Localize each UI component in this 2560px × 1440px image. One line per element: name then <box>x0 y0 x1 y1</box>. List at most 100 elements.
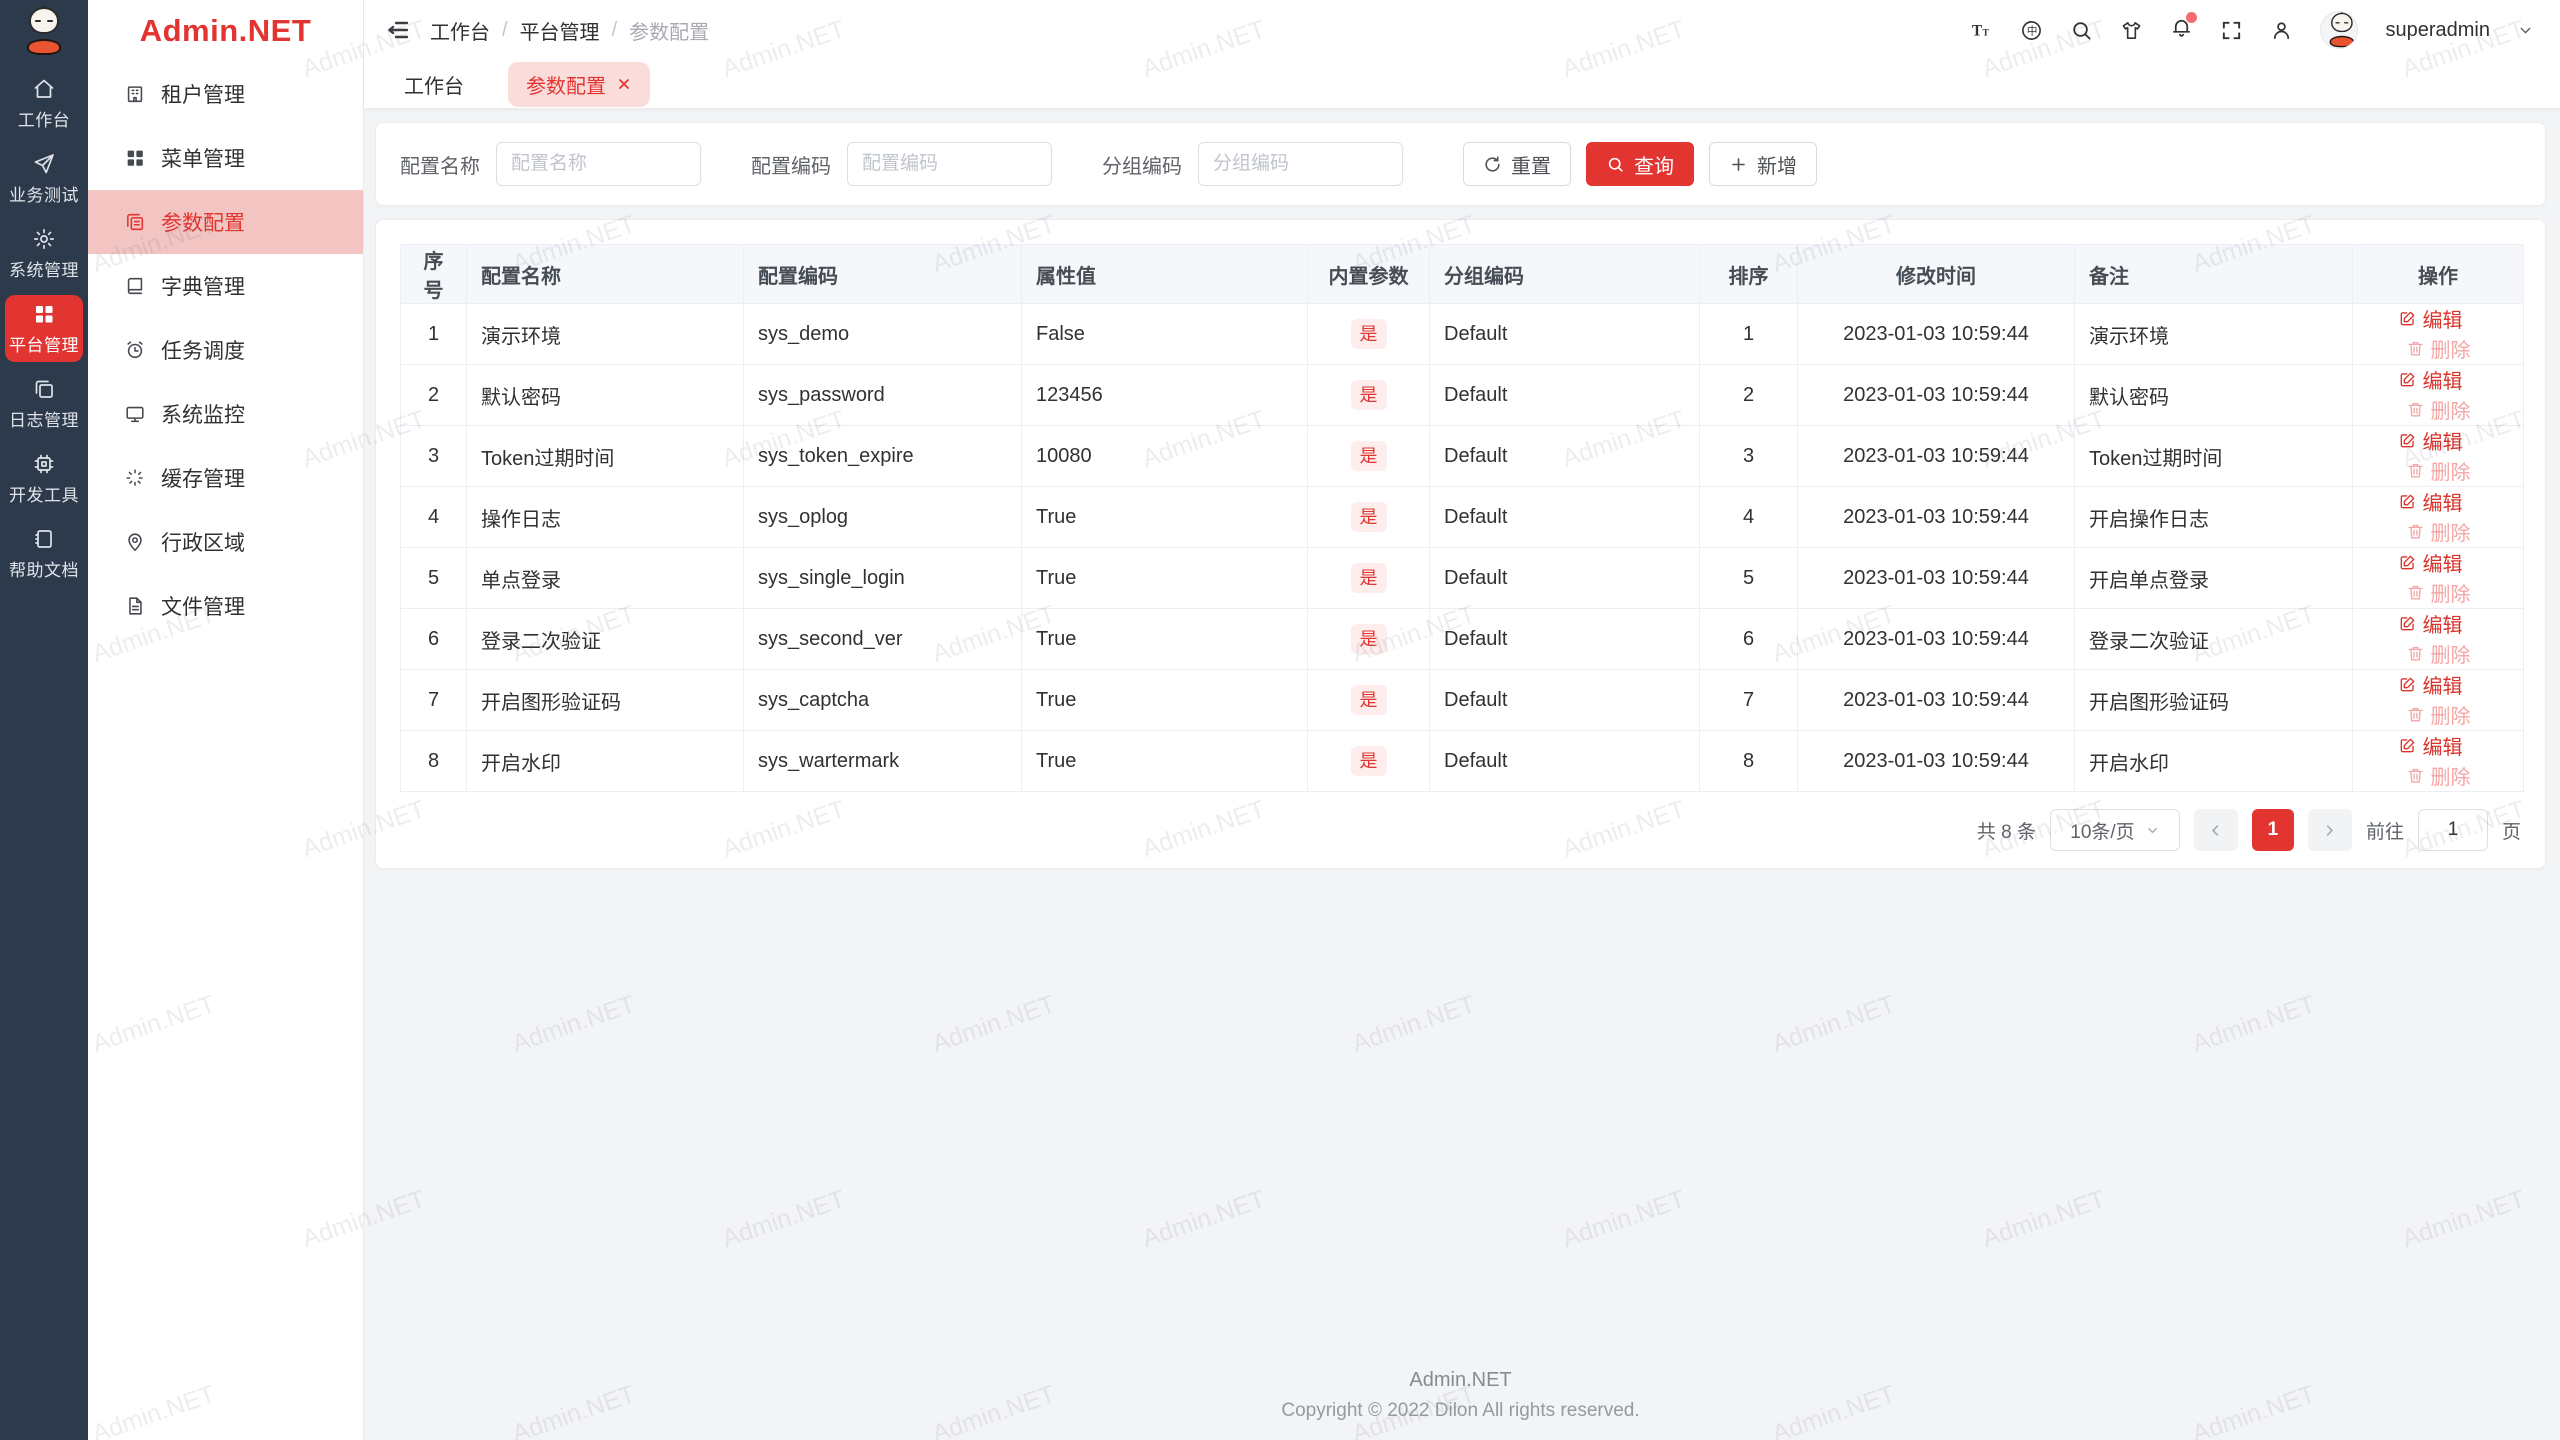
delete-button[interactable]: 删除 <box>2406 578 2471 607</box>
sidebar-item-5[interactable]: 系统监控 <box>88 382 363 446</box>
search-icon[interactable] <box>2070 19 2093 42</box>
cell-name: 演示环境 <box>466 303 744 365</box>
trash-icon <box>2407 341 2423 356</box>
rail-item-6[interactable]: 帮助文档 <box>5 520 83 587</box>
edit-button[interactable]: 编辑 <box>2398 548 2463 577</box>
sidebar-item-label: 文件管理 <box>161 596 245 619</box>
delete-button[interactable]: 删除 <box>2406 700 2471 729</box>
nav-rail: 工作台业务测试系统管理平台管理日志管理开发工具帮助文档 <box>0 0 88 1440</box>
sidebar-item-label: 任务调度 <box>161 340 245 363</box>
cell-time: 2023-01-03 10:59:44 <box>1797 730 2075 792</box>
rail-item-4[interactable]: 日志管理 <box>5 370 83 437</box>
sidebar-item-0[interactable]: 租户管理 <box>88 62 363 126</box>
sidebar-item-8[interactable]: 文件管理 <box>88 574 363 638</box>
close-icon[interactable] <box>616 76 632 92</box>
next-page-button[interactable] <box>2307 809 2352 851</box>
page-number-active[interactable]: 1 <box>2251 809 2294 851</box>
trash-icon <box>2407 707 2423 722</box>
cell-builtin: 是 <box>1307 547 1430 609</box>
theme-icon[interactable] <box>2120 19 2143 42</box>
sidebar-item-4[interactable]: 任务调度 <box>88 318 363 382</box>
reset-button[interactable]: 重置 <box>1463 142 1571 186</box>
chevron-down-icon[interactable] <box>2517 22 2534 39</box>
sidebar-item-1[interactable]: 菜单管理 <box>88 126 363 190</box>
breadcrumb-item-0[interactable]: 工作台 <box>430 16 490 45</box>
builtin-badge: 是 <box>1350 624 1387 654</box>
query-button[interactable]: 查询 <box>1586 142 1694 186</box>
username[interactable]: superadmin <box>2385 19 2490 42</box>
sidebar-item-label: 系统监控 <box>161 404 245 427</box>
edit-button[interactable]: 编辑 <box>2398 670 2463 699</box>
footer-copyright: Copyright © 2022 Dilon All rights reserv… <box>1281 1400 1640 1421</box>
edit-label: 编辑 <box>2422 371 2463 393</box>
user-icon[interactable] <box>2270 19 2293 42</box>
app-logo-mascot <box>0 0 88 62</box>
delete-button[interactable]: 删除 <box>2406 761 2471 790</box>
add-button[interactable]: 新增 <box>1709 142 1817 186</box>
delete-label: 删除 <box>2430 462 2471 484</box>
delete-button[interactable]: 删除 <box>2406 334 2471 363</box>
tab-1[interactable]: 参数配置 <box>508 61 650 107</box>
rail-item-2[interactable]: 系统管理 <box>5 220 83 287</box>
cell-group: Default <box>1429 608 1700 670</box>
delete-button[interactable]: 删除 <box>2406 639 2471 668</box>
breadcrumb-item-1[interactable]: 平台管理 <box>520 16 600 45</box>
page-unit-label: 页 <box>2501 821 2521 843</box>
cell-time: 2023-01-03 10:59:44 <box>1797 425 2075 487</box>
edit-button[interactable]: 编辑 <box>2398 426 2463 455</box>
collapse-sidebar-icon[interactable] <box>386 18 410 42</box>
cell-builtin: 是 <box>1307 608 1430 670</box>
cell-code: sys_password <box>743 364 1022 426</box>
rail-item-label: 业务测试 <box>9 186 79 205</box>
font-size-icon[interactable]: TT <box>1970 19 1993 42</box>
edit-button[interactable]: 编辑 <box>2398 304 2463 333</box>
pagination: 共 8 条 10条/页 1 前往 页 <box>400 792 2521 868</box>
page-size-select[interactable]: 10条/页 <box>2049 809 2180 851</box>
notification-badge <box>2186 12 2198 23</box>
group-code-input[interactable] <box>1198 142 1403 186</box>
filter-card: 配置名称 配置编码 分组编码 重置 查询 新 <box>375 122 2546 206</box>
edit-button[interactable]: 编辑 <box>2398 731 2463 760</box>
building-icon <box>127 86 143 103</box>
edit-button[interactable]: 编辑 <box>2398 487 2463 516</box>
table-card: 序号 配置名称 配置编码 属性值 内置参数 分组编码 排序 修改时间 备注 操作 1 演示环境 sys… <box>375 219 2546 869</box>
rail-item-5[interactable]: 开发工具 <box>5 445 83 512</box>
book-icon <box>127 277 143 295</box>
sidebar-item-6[interactable]: 缓存管理 <box>88 446 363 510</box>
cell-code: sys_single_login <box>743 547 1022 609</box>
cell-value: 10080 <box>1021 425 1308 487</box>
delete-button[interactable]: 删除 <box>2406 517 2471 546</box>
avatar[interactable] <box>2320 11 2359 49</box>
prev-page-button[interactable] <box>2193 809 2238 851</box>
trash-icon <box>2407 402 2423 417</box>
goto-page-input[interactable] <box>2417 809 2488 851</box>
sidebar-item-7[interactable]: 行政区域 <box>88 510 363 574</box>
tab-0[interactable]: 工作台 <box>404 70 464 99</box>
table-row: 8 开启水印 sys_wartermark True 是 Default 8 2023-01-… <box>400 730 2524 792</box>
config-name-input[interactable] <box>496 142 701 186</box>
cell-operations: 编辑 删除 <box>2352 364 2524 426</box>
config-code-input[interactable] <box>847 142 1052 186</box>
cell-code: sys_demo <box>743 303 1022 365</box>
rail-item-3[interactable]: 平台管理 <box>5 295 83 362</box>
rail-item-1[interactable]: 业务测试 <box>5 145 83 212</box>
fullscreen-icon[interactable] <box>2220 19 2243 42</box>
rail-item-label: 平台管理 <box>9 336 79 355</box>
sidebar-item-3[interactable]: 字典管理 <box>88 254 363 318</box>
language-icon[interactable]: 中 <box>2020 19 2043 42</box>
delete-button[interactable]: 删除 <box>2406 456 2471 485</box>
cell-name: 开启图形验证码 <box>466 669 744 731</box>
edit-button[interactable]: 编辑 <box>2398 609 2463 638</box>
rail-item-0[interactable]: 工作台 <box>5 70 83 137</box>
cell-group: Default <box>1429 303 1700 365</box>
cell-sort: 4 <box>1699 486 1798 548</box>
cell-name: Token过期时间 <box>466 425 744 487</box>
edit-button[interactable]: 编辑 <box>2398 365 2463 394</box>
builtin-badge: 是 <box>1350 380 1387 410</box>
sidebar-item-2[interactable]: 参数配置 <box>88 190 363 254</box>
delete-button[interactable]: 删除 <box>2406 395 2471 424</box>
cell-value: 123456 <box>1021 364 1308 426</box>
delete-label: 删除 <box>2430 706 2471 728</box>
app-logo-text: Admin.NET <box>139 13 312 48</box>
cell-remark: Token过期时间 <box>2074 425 2353 487</box>
